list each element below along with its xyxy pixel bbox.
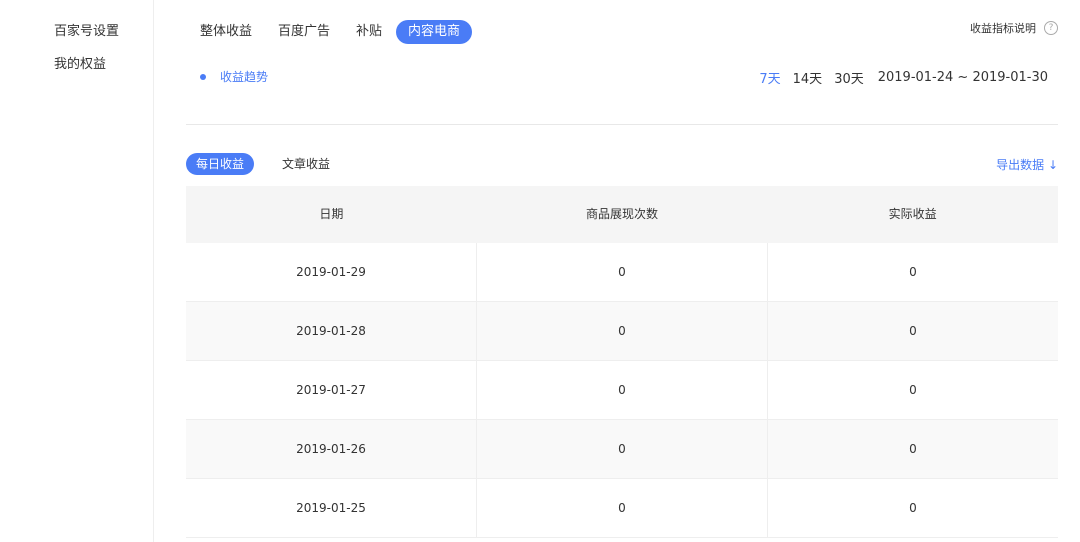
revenue-metrics-help[interactable]: 收益指标说明 ? [970,20,1058,36]
cell-date: 2019-01-26 [296,442,366,456]
revenue-trend-link[interactable]: 收益趋势 [200,68,268,85]
range-7-days[interactable]: 7天 [759,68,780,87]
revenue-trend-label: 收益趋势 [220,70,269,84]
table-header: 日期 商品展现次数 实际收益 [186,186,1058,243]
cell-revenue: 0 [767,302,1058,360]
range-14-days[interactable]: 14天 [793,68,823,87]
help-label: 收益指标说明 [970,22,1036,35]
tab-subsidy[interactable]: 补贴 [344,20,394,44]
cell-date: 2019-01-29 [296,265,366,279]
cell-impressions: 0 [476,243,767,301]
bullet-dot-icon [200,73,206,80]
column-header-actual-revenue: 实际收益 [888,207,937,221]
cell-date: 2019-01-27 [296,383,366,397]
main-content: 整体收益 百度广告 补贴 内容电商 收益指标说明 ? 收益趋势 7天 14天 3… [154,0,1080,542]
subtab-article-revenue[interactable]: 文章收益 [272,153,340,175]
section-divider [186,124,1058,125]
cell-revenue: 0 [767,243,1058,301]
cell-impressions: 0 [476,479,767,537]
date-range-selector: 7天 14天 30天 2019-01-24 ~ 2019-01-30 [747,68,1048,87]
cell-revenue: 0 [767,361,1058,419]
range-30-days[interactable]: 30天 [834,68,864,87]
tab-baidu-ads[interactable]: 百度广告 [266,20,342,44]
cell-revenue: 0 [767,479,1058,537]
tab-overall-revenue[interactable]: 整体收益 [186,20,264,44]
cell-impressions: 0 [476,302,767,360]
table-row: 2019-01-26 0 0 [186,420,1058,479]
subtab-daily-revenue[interactable]: 每日收益 [186,153,255,175]
column-header-impressions: 商品展现次数 [586,207,659,221]
table-row: 2019-01-27 0 0 [186,361,1058,420]
cell-revenue: 0 [767,420,1058,478]
sidebar-item-baijiahao-settings[interactable]: 百家号设置 [54,20,119,39]
table-row: 2019-01-28 0 0 [186,302,1058,361]
tab-content-ecommerce[interactable]: 内容电商 [396,20,473,44]
table-row: 2019-01-29 0 0 [186,243,1058,302]
revenue-table: 日期 商品展现次数 实际收益 2019-01-29 0 0 2019-01-28… [186,186,1058,538]
cell-date: 2019-01-25 [296,501,366,515]
date-range-text[interactable]: 2019-01-24 ~ 2019-01-30 [878,70,1048,85]
cell-impressions: 0 [476,361,767,419]
detail-subtabs: 每日收益 文章收益 [186,153,358,175]
sidebar-item-my-rights[interactable]: 我的权益 [54,53,106,72]
sidebar: 百家号设置 我的权益 [0,0,154,542]
export-data-link[interactable]: 导出数据 ↓ [996,156,1058,173]
table-row: 2019-01-25 0 0 [186,479,1058,538]
column-header-date: 日期 [319,207,344,221]
revenue-tabs: 整体收益 百度广告 补贴 内容电商 [186,20,474,44]
question-circle-icon[interactable]: ? [1044,21,1058,35]
cell-date: 2019-01-28 [296,324,366,338]
cell-impressions: 0 [476,420,767,478]
